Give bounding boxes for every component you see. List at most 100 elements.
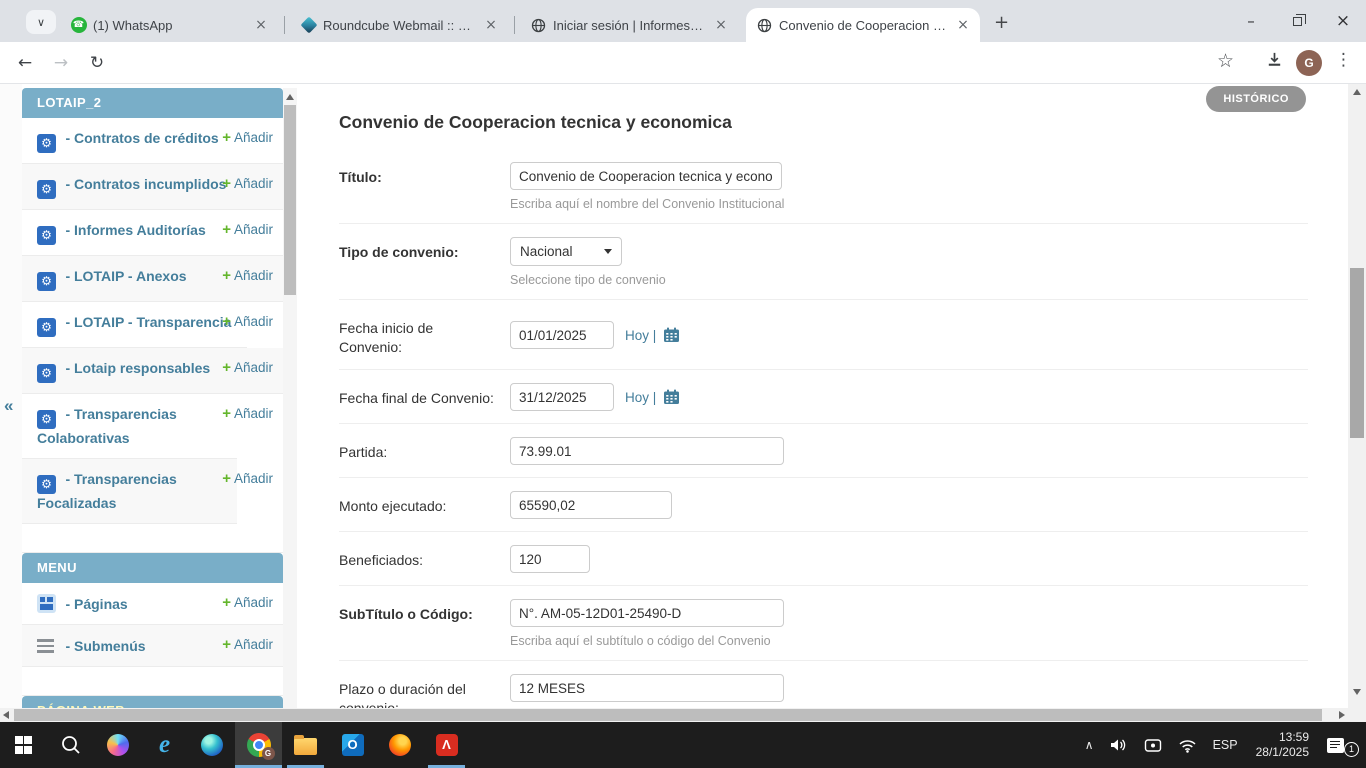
form-row-titulo: Título: Escriba aquí el nombre del Conve… <box>339 149 1308 224</box>
sidebar-item-lotaip-anexos[interactable]: +Añadir ⚙ - LOTAIP - Anexos <box>22 256 283 302</box>
add-link[interactable]: +Añadir <box>222 636 273 653</box>
calendar-icon[interactable] <box>663 389 680 405</box>
close-icon[interactable]: × <box>482 16 500 34</box>
sidebar-item-transparencias-colaborativas[interactable]: +Añadir ⚙ - Transparencias Colaborativas <box>22 394 237 459</box>
scroll-up-arrow[interactable] <box>1353 89 1361 95</box>
sidebar-item-label[interactable]: - Submenús <box>65 638 145 654</box>
chrome-taskbar-icon[interactable]: G <box>235 722 282 768</box>
sidebar-item-label[interactable]: - LOTAIP - Transparencia <box>65 314 231 330</box>
downloads-icon[interactable] <box>1265 50 1284 74</box>
sidebar-item-paginas[interactable]: +Añadir - Páginas <box>22 583 283 625</box>
file-explorer-icon[interactable] <box>282 722 329 768</box>
close-icon[interactable]: × <box>712 16 730 34</box>
add-label: Añadir <box>234 406 273 421</box>
add-label: Añadir <box>234 130 273 145</box>
scroll-right-arrow[interactable] <box>1339 711 1345 719</box>
sidebar-scrollbar[interactable] <box>283 88 297 708</box>
sidebar-item-label[interactable]: - LOTAIP - Anexos <box>65 268 186 284</box>
tipo-convenio-select[interactable]: Nacional <box>510 237 622 266</box>
firefox-icon[interactable] <box>376 722 423 768</box>
tab-informes[interactable]: Iniciar sesión | Informes Mensu × <box>520 8 738 42</box>
sidebar-item-lotaip-responsables[interactable]: +Añadir ⚙ - Lotaip responsables <box>22 348 283 394</box>
add-link[interactable]: +Añadir <box>222 405 273 422</box>
tab-convenio-active[interactable]: Convenio de Cooperacion tecni × <box>746 8 980 42</box>
gear-icon: ⚙ <box>37 134 56 153</box>
sidebar-item-informes-auditorias[interactable]: +Añadir ⚙ - Informes Auditorías <box>22 210 283 256</box>
monto-ejecutado-input[interactable] <box>510 491 672 519</box>
language-indicator[interactable]: ESP <box>1205 738 1246 752</box>
volume-icon[interactable] <box>1102 737 1136 753</box>
historico-button[interactable]: HISTÓRICO <box>1206 86 1306 112</box>
internet-explorer-icon[interactable]: e <box>141 722 188 768</box>
new-tab-button[interactable]: + <box>994 12 1009 33</box>
sidebar-item-label[interactable]: - Informes Auditorías <box>65 222 205 238</box>
whatsapp-icon: ☎ <box>70 17 87 34</box>
plazo-duracion-input[interactable] <box>510 674 784 702</box>
bookmark-star-icon[interactable]: ☆ <box>1217 50 1234 72</box>
page-horizontal-scrollbar[interactable] <box>0 708 1348 722</box>
close-icon[interactable]: × <box>252 16 270 34</box>
add-link[interactable]: +Añadir <box>222 221 273 238</box>
action-center-icon[interactable]: 1 <box>1319 738 1352 753</box>
add-link[interactable]: +Añadir <box>222 594 273 611</box>
sidebar-item-label[interactable]: - Contratos incumplidos <box>65 176 226 192</box>
hoy-link[interactable]: Hoy | <box>625 390 656 405</box>
outlook-icon[interactable]: O <box>329 722 376 768</box>
add-link[interactable]: +Añadir <box>222 313 273 330</box>
calendar-icon[interactable] <box>663 327 680 343</box>
sidebar-item-transparencias-focalizadas[interactable]: +Añadir ⚙ - Transparencias Focalizadas <box>22 459 237 524</box>
browser-menu-icon[interactable]: ⋮ <box>1335 50 1352 70</box>
partida-input[interactable] <box>510 437 784 465</box>
search-icon[interactable] <box>47 722 94 768</box>
clock[interactable]: 13:59 28/1/2025 <box>1246 730 1319 760</box>
start-button[interactable] <box>0 722 47 768</box>
copilot-icon[interactable] <box>94 722 141 768</box>
sidebar-item-label[interactable]: - Transparencias Focalizadas <box>37 471 177 511</box>
tab-roundcube[interactable]: Roundcube Webmail :: Entrada × <box>290 8 508 42</box>
tab-whatsapp[interactable]: ☎ (1) WhatsApp × <box>60 8 278 42</box>
scroll-down-arrow[interactable] <box>1353 689 1361 695</box>
fecha-inicio-input[interactable] <box>510 321 614 349</box>
add-link[interactable]: +Añadir <box>222 175 273 192</box>
scrollbar-thumb[interactable] <box>284 105 296 295</box>
form-row-plazo: Plazo o duración del convenio: Escriba a… <box>339 661 1308 708</box>
sidebar-item-submenus[interactable]: +Añadir - Submenús <box>22 625 283 667</box>
scrollbar-thumb[interactable] <box>14 709 1322 721</box>
sidebar-item-contratos-creditos[interactable]: +Añadir ⚙ - Contratos de créditos <box>22 118 283 164</box>
sidebar-item-label[interactable]: - Transparencias Colaborativas <box>37 406 177 446</box>
fecha-final-input[interactable] <box>510 383 614 411</box>
clock-time: 13:59 <box>1256 730 1309 745</box>
sidebar-collapse-button[interactable]: « <box>4 396 13 416</box>
sidebar-item-label[interactable]: - Páginas <box>65 596 127 612</box>
edge-icon[interactable] <box>188 722 235 768</box>
profile-avatar[interactable]: G <box>1296 50 1322 76</box>
reload-button[interactable]: ↻ <box>84 50 110 76</box>
add-link[interactable]: +Añadir <box>222 129 273 146</box>
add-link[interactable]: +Añadir <box>222 267 273 284</box>
close-icon[interactable]: × <box>954 16 972 34</box>
meet-now-icon[interactable] <box>1136 738 1170 753</box>
wifi-icon[interactable] <box>1170 738 1205 753</box>
sidebar-item-label[interactable]: - Lotaip responsables <box>65 360 210 376</box>
titulo-input[interactable] <box>510 162 782 190</box>
forward-button[interactable]: → <box>48 50 74 76</box>
add-link[interactable]: +Añadir <box>222 470 273 487</box>
sidebar-item-contratos-incumplidos[interactable]: +Añadir ⚙ - Contratos incumplidos <box>22 164 283 210</box>
page-vertical-scrollbar[interactable] <box>1348 84 1366 708</box>
sidebar-item-label[interactable]: - Contratos de créditos <box>65 130 218 146</box>
hoy-link[interactable]: Hoy | <box>625 328 656 343</box>
restore-button[interactable] <box>1274 0 1320 42</box>
tray-expand-icon[interactable]: ∧ <box>1077 738 1102 752</box>
scroll-up-arrow[interactable] <box>286 94 294 100</box>
scrollbar-thumb[interactable] <box>1350 268 1364 438</box>
scroll-left-arrow[interactable] <box>3 711 9 719</box>
beneficiados-input[interactable] <box>510 545 590 573</box>
sidebar-item-lotaip-transparencia[interactable]: +Añadir ⚙ - LOTAIP - Transparencia <box>22 302 247 348</box>
minimize-button[interactable]: – <box>1228 0 1274 42</box>
add-link[interactable]: +Añadir <box>222 359 273 376</box>
acrobat-icon[interactable]: Λ <box>423 722 470 768</box>
subtitulo-codigo-input[interactable] <box>510 599 784 627</box>
close-window-button[interactable]: × <box>1320 0 1366 42</box>
back-button[interactable]: ← <box>12 50 38 76</box>
tab-search-button[interactable]: ∨ <box>26 10 56 34</box>
